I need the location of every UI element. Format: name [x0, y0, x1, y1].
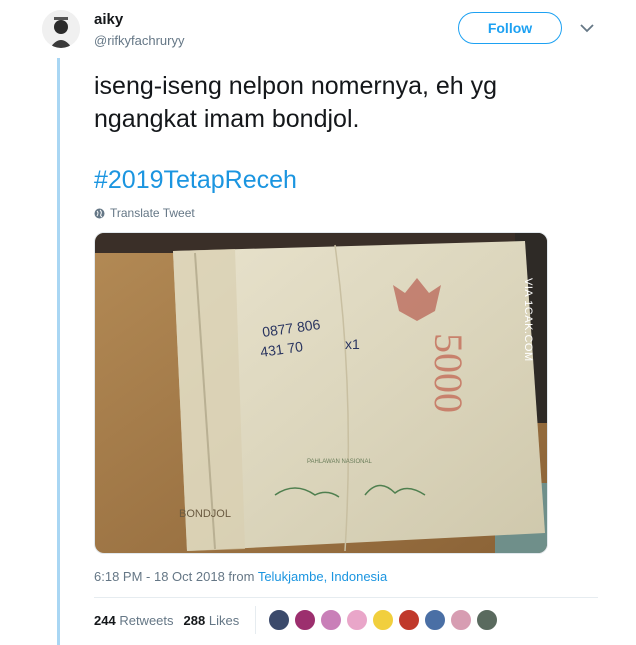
liker-avatar[interactable]: [346, 609, 368, 631]
thread-line: [57, 58, 60, 645]
liker-avatar[interactable]: [476, 609, 498, 631]
tweet-time: 6:18 PM - 18 Oct 2018: [94, 569, 225, 584]
liker-avatar[interactable]: [294, 609, 316, 631]
note-name: BONDJOL: [179, 508, 231, 520]
hashtag-link[interactable]: #2019TetapReceh: [94, 164, 297, 197]
liker-avatar[interactable]: [372, 609, 394, 631]
user-handle[interactable]: @rifkyfachruryy: [94, 33, 185, 48]
tweet-text: iseng-iseng nelpon nomernya, eh yg ngang…: [94, 70, 594, 136]
retweets-count: 244: [94, 613, 116, 628]
note-caption: PAHLAWAN NASIONAL: [307, 459, 372, 465]
retweets-stat[interactable]: 244 Retweets: [94, 613, 174, 628]
tweet-text-line-1: iseng-iseng nelpon nomernya, eh yg: [94, 72, 498, 100]
liker-avatar[interactable]: [320, 609, 342, 631]
retweets-label: Retweets: [119, 613, 174, 628]
translate-label: Translate Tweet: [110, 206, 195, 220]
liker-avatar[interactable]: [450, 609, 472, 631]
location-link[interactable]: Telukjambe, Indonesia: [258, 569, 387, 584]
avatar-image: [42, 10, 80, 48]
from-label: from: [228, 569, 255, 584]
display-name[interactable]: aiky: [94, 11, 123, 28]
likes-count: 288: [183, 613, 206, 628]
tweet-photo[interactable]: 5000 0877 806 431 70 x1 PAHLAWAN NASIONA…: [94, 232, 548, 554]
tweet-text-line-2: ngangkat imam bondjol.: [94, 105, 360, 133]
liker-avatar[interactable]: [398, 609, 420, 631]
likers-avatars: [268, 609, 502, 631]
globe-icon: [94, 208, 105, 218]
handwriting-mark: x1: [345, 336, 360, 352]
watermark-text: VIA 1CAK.COM: [522, 278, 534, 362]
avatar[interactable]: [42, 10, 80, 48]
banknote-value: 5000: [426, 333, 471, 413]
banknote-photo: 5000 0877 806 431 70 x1 PAHLAWAN NASIONA…: [95, 233, 547, 553]
follow-button[interactable]: Follow: [458, 12, 562, 44]
tweet-timestamp: 6:18 PM - 18 Oct 2018 from Telukjambe, I…: [94, 569, 387, 584]
tweet-stats: 244 Retweets 288 Likes: [94, 613, 239, 628]
liker-avatar[interactable]: [268, 609, 290, 631]
likes-label: Likes: [208, 613, 240, 628]
stats-separator: [255, 606, 256, 634]
chevron-down-icon[interactable]: [580, 23, 594, 33]
likes-stat[interactable]: 288 Likes: [184, 613, 240, 628]
translate-tweet-link[interactable]: Translate Tweet: [94, 206, 195, 220]
divider: [94, 597, 598, 598]
liker-avatar[interactable]: [424, 609, 446, 631]
